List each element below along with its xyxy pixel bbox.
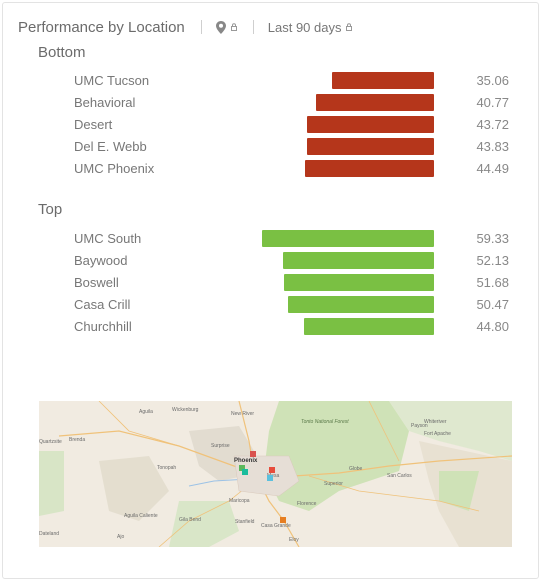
header-divider-2: [252, 20, 254, 34]
score-value: 43.83: [476, 139, 509, 154]
map-marker-blue[interactable]: [267, 475, 273, 481]
location-name: Del E. Webb: [74, 139, 147, 154]
top-bar: [304, 318, 434, 335]
score-value: 52.13: [476, 253, 509, 268]
bottom-row[interactable]: Desert 43.72: [74, 116, 514, 134]
top-row[interactable]: Casa Crill 50.47: [74, 296, 514, 314]
performance-card: Performance by Location Last 90 days Bot…: [2, 2, 539, 579]
map-label-tonto: Tonto National Forest: [301, 419, 349, 425]
top-bar: [288, 296, 434, 313]
map-marker-red2[interactable]: [269, 467, 275, 473]
map-label-casa-grande: Casa Grande: [261, 523, 291, 529]
top-bar: [262, 230, 434, 247]
map-label-globe: Globe: [349, 466, 363, 472]
map-label-san-carlos: San Carlos: [387, 473, 412, 479]
map-label-tonopah: Tonopah: [157, 465, 177, 471]
bottom-bar: [332, 72, 434, 89]
top-row[interactable]: Boswell 51.68: [74, 274, 514, 292]
location-name: Desert: [74, 117, 113, 132]
map-label-eloy: Eloy: [289, 537, 299, 543]
location-map[interactable]: Phoenix Mesa Casa Grande Tonto National …: [39, 401, 512, 547]
score-value: 59.33: [476, 231, 509, 246]
map-label-new-river: New River: [231, 411, 255, 417]
map-label-dateland: Dateland: [39, 531, 60, 537]
lock-icon: [230, 23, 237, 31]
score-value: 40.77: [476, 95, 509, 110]
score-value: 44.49: [476, 161, 509, 176]
location-name: Churchhill: [74, 319, 132, 334]
map-label-superior: Superior: [324, 481, 343, 487]
bottom-row[interactable]: Behavioral 40.77: [74, 94, 514, 112]
bottom-bar: [307, 138, 434, 155]
map-marker-teal[interactable]: [242, 469, 248, 475]
map-label-quartzsite: Quartzsite: [39, 439, 62, 445]
map-label-aguila-caliente: Aguila Caliente: [124, 513, 158, 519]
map-marker-orange[interactable]: [280, 517, 286, 523]
location-name: Behavioral: [74, 95, 136, 110]
bottom-row[interactable]: Del E. Webb 43.83: [74, 138, 514, 156]
score-value: 51.68: [476, 275, 509, 290]
bottom-bar: [307, 116, 434, 133]
map-label-gila-bend: Gila Bend: [179, 517, 201, 523]
score-value: 44.80: [476, 319, 509, 334]
map-label-whiteriver: Whiteriver: [424, 419, 447, 425]
map-label-wickenburg: Wickenburg: [172, 407, 199, 413]
top-section-label: Top: [38, 201, 63, 218]
location-name: UMC Phoenix: [74, 161, 155, 176]
map-label-brenda: Brenda: [69, 437, 86, 443]
map-label-aguila: Aguila: [139, 409, 153, 415]
bottom-bar: [305, 160, 434, 177]
location-name: UMC Tucson: [74, 73, 150, 88]
map-marker-red[interactable]: [250, 451, 256, 457]
map-label-florence: Florence: [297, 501, 317, 507]
map-label-stanfield: Stanfield: [235, 519, 255, 525]
top-bar: [284, 274, 434, 291]
location-name: Casa Crill: [74, 297, 131, 312]
map-label-maricopa: Maricopa: [229, 498, 250, 504]
map-label-phoenix: Phoenix: [234, 458, 258, 464]
period-label: Last 90 days: [267, 19, 342, 35]
lock-icon: [346, 23, 353, 31]
location-filter[interactable]: [215, 20, 237, 34]
map-label-surprise: Surprise: [211, 443, 230, 449]
bottom-section-label: Bottom: [38, 44, 86, 61]
location-pin-icon: [215, 20, 226, 34]
top-bar: [283, 252, 434, 269]
bottom-row[interactable]: UMC Tucson 35.06: [74, 72, 514, 90]
score-value: 43.72: [476, 117, 509, 132]
location-name: Baywood: [74, 253, 128, 268]
map-label-ajo: Ajo: [117, 534, 125, 540]
map-label-fort-apache: Fort Apache: [424, 431, 451, 437]
location-name: Boswell: [74, 275, 119, 290]
location-name: UMC South: [74, 231, 142, 246]
card-title: Performance by Location: [18, 18, 185, 36]
top-row[interactable]: Churchhill 44.80: [74, 318, 514, 336]
score-value: 35.06: [476, 73, 509, 88]
header-divider: [200, 20, 202, 34]
period-filter[interactable]: Last 90 days: [268, 20, 353, 35]
bottom-bar: [316, 94, 434, 111]
card-header: Performance by Location Last 90 days: [18, 15, 353, 39]
bottom-row[interactable]: UMC Phoenix 44.49: [74, 160, 514, 178]
score-value: 50.47: [476, 297, 509, 312]
top-row[interactable]: Baywood 52.13: [74, 252, 514, 270]
top-row[interactable]: UMC South 59.33: [74, 230, 514, 248]
